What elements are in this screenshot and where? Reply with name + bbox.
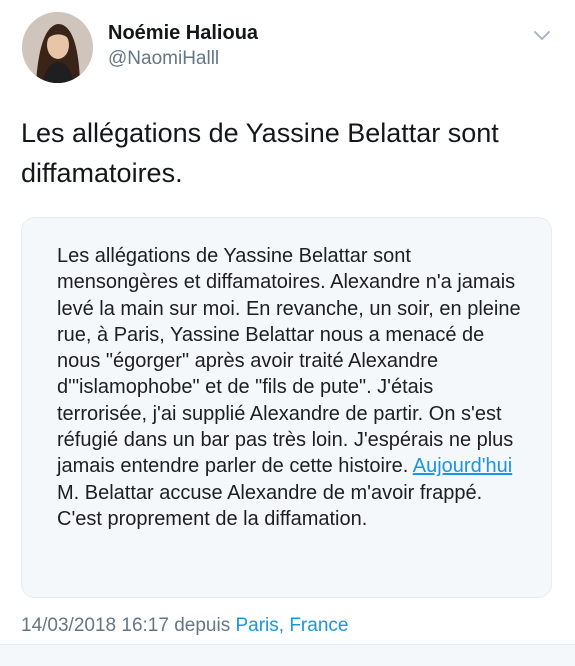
statement-text-part-1: Les allégations de Yassine Belattar sont… bbox=[57, 245, 521, 478]
tweet-meta: 14/03/2018 16:17 depuis Paris, France bbox=[21, 615, 348, 637]
chevron-down-icon[interactable] bbox=[531, 24, 553, 46]
timestamp[interactable]: 14/03/2018 16:17 bbox=[21, 615, 169, 636]
location-link[interactable]: Paris, France bbox=[235, 615, 348, 636]
author-name[interactable]: Noémie Halioua bbox=[108, 22, 258, 45]
statement-link[interactable]: Aujourd'hui bbox=[413, 455, 512, 477]
author-handle[interactable]: @NaomiHalll bbox=[108, 48, 219, 70]
via-label: depuis bbox=[168, 615, 236, 636]
quoted-statement-card[interactable]: Les allégations de Yassine Belattar sont… bbox=[21, 217, 552, 598]
statement-text-part-2: M. Belattar accuse Alexandre de m'avoir … bbox=[57, 481, 483, 530]
tweet-header: Noémie Halioua @NaomiHalll bbox=[22, 12, 553, 84]
quoted-statement-text: Les allégations de Yassine Belattar sont… bbox=[57, 243, 527, 532]
bottom-divider bbox=[0, 644, 575, 666]
avatar[interactable] bbox=[22, 12, 93, 83]
tweet-text: Les allégations de Yassine Belattar sont… bbox=[21, 118, 499, 188]
